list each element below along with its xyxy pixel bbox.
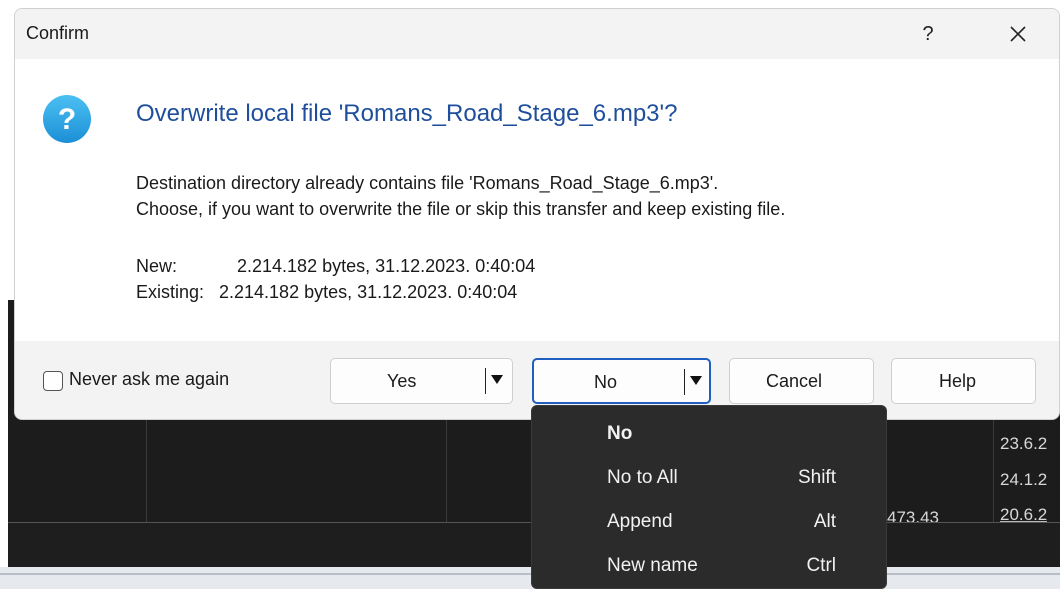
help-title-button[interactable]: ? [913, 17, 943, 51]
close-button[interactable] [1000, 17, 1036, 51]
menu-item-shortcut: Shift [797, 467, 836, 488]
column-divider [146, 405, 147, 523]
menu-item-new-name[interactable]: New name Ctrl [532, 544, 886, 588]
file-date-cell: 20.6.2 [1000, 505, 1048, 522]
menu-item-shortcut: Alt [813, 511, 836, 532]
confirm-dialog: Confirm ? ? Overwrite local file 'Romans… [14, 8, 1060, 420]
split-separator [485, 368, 486, 394]
dialog-heading: Overwrite local file 'Romans_Road_Stage_… [136, 100, 678, 127]
cancel-button-label: Cancel [766, 371, 823, 391]
menu-item-no-to-all[interactable]: No to All Shift [532, 456, 886, 500]
file-size-cell: 473.43 [887, 508, 939, 522]
existing-label: Existing: [136, 282, 205, 302]
yes-button[interactable]: Yes [330, 358, 513, 404]
column-divider [446, 405, 447, 523]
new-label: New: [136, 256, 178, 276]
file-date-cell: 23.6.2 [1000, 434, 1048, 453]
dialog-titlebar: Confirm ? [15, 9, 1059, 59]
column-divider [993, 405, 994, 523]
no-options-menu: No No to All Shift Append Alt New name C… [531, 405, 887, 589]
no-button-label: No [594, 372, 618, 392]
new-value: 2.214.182 bytes, 31.12.2023. 0:40:04 [237, 256, 536, 276]
existing-value: 2.214.182 bytes, 31.12.2023. 0:40:04 [219, 282, 518, 302]
split-separator [684, 369, 685, 395]
file-date-cell: 24.1.2 [1000, 470, 1048, 489]
menu-item-label: No to All [607, 467, 678, 488]
chevron-down-icon[interactable] [690, 376, 702, 385]
question-icon: ? [43, 95, 91, 143]
message-line-2: Choose, if you want to overwrite the fil… [136, 199, 786, 219]
menu-item-label: No [607, 423, 633, 444]
dialog-content: ? Overwrite local file 'Romans_Road_Stag… [15, 59, 1059, 341]
yes-button-label: Yes [387, 371, 417, 391]
help-button-label: Help [939, 371, 977, 391]
bottom-toolbar [0, 567, 1060, 589]
close-icon [1010, 26, 1026, 42]
no-button[interactable]: No [532, 358, 711, 404]
help-button[interactable]: Help [891, 358, 1036, 404]
never-ask-checkbox[interactable] [43, 371, 63, 391]
svg-text:?: ? [58, 103, 76, 136]
menu-item-label: Append [607, 511, 673, 532]
chevron-down-icon[interactable] [491, 375, 503, 384]
menu-item-label: New name [607, 555, 698, 576]
menu-item-shortcut: Ctrl [806, 555, 836, 576]
never-ask-label[interactable]: Never ask me again [69, 369, 229, 390]
cancel-button[interactable]: Cancel [729, 358, 874, 404]
message-line-1: Destination directory already contains f… [136, 173, 719, 193]
menu-item-no[interactable]: No [532, 412, 886, 456]
menu-item-append[interactable]: Append Alt [532, 500, 886, 544]
dialog-title: Confirm [26, 23, 90, 43]
